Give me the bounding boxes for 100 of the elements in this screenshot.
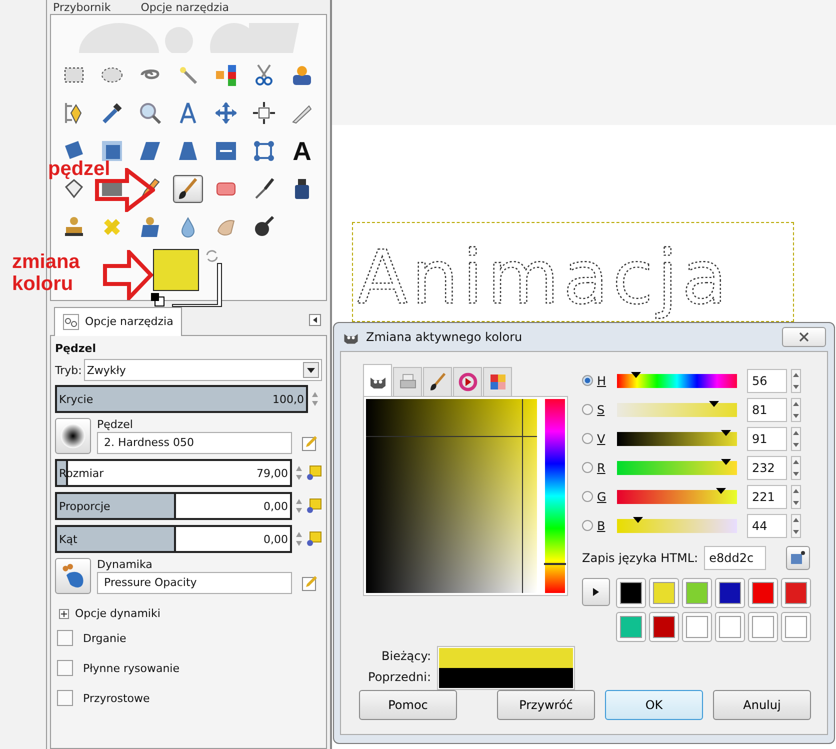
channel-slider[interactable] bbox=[617, 402, 737, 416]
play-arrow-icon bbox=[592, 587, 600, 597]
reset-icon[interactable] bbox=[306, 498, 322, 514]
checkbox[interactable] bbox=[57, 630, 73, 646]
dialog-button[interactable]: Przywróć bbox=[497, 690, 595, 720]
saturation-value-square[interactable] bbox=[366, 399, 537, 593]
move-arrows-icon bbox=[214, 101, 238, 125]
eyedropper-icon bbox=[100, 101, 124, 125]
value-field[interactable]: 81 bbox=[747, 398, 787, 422]
history-swatch[interactable] bbox=[616, 578, 646, 608]
radio-button[interactable] bbox=[582, 375, 593, 386]
slider-marker[interactable] bbox=[630, 372, 641, 378]
spin-buttons-icon[interactable] bbox=[791, 426, 801, 450]
history-swatch[interactable] bbox=[682, 612, 712, 642]
edit-icon[interactable] bbox=[302, 575, 318, 591]
history-swatch[interactable] bbox=[748, 578, 778, 608]
history-button[interactable] bbox=[582, 578, 610, 606]
history-swatch[interactable] bbox=[715, 578, 745, 608]
background-color-swatch[interactable] bbox=[172, 263, 222, 307]
value-field[interactable]: 221 bbox=[747, 484, 787, 508]
reset-icon[interactable] bbox=[306, 531, 322, 547]
dynamics-label: Dynamika bbox=[97, 558, 154, 571]
channel-label: G bbox=[597, 490, 608, 504]
dodge-icon bbox=[252, 215, 276, 239]
foreground-color-swatch[interactable] bbox=[153, 249, 199, 291]
history-swatch[interactable] bbox=[649, 612, 679, 642]
cage-icon bbox=[252, 139, 276, 163]
dialog-button[interactable]: Anuluj bbox=[713, 690, 811, 720]
value-field[interactable]: 232 bbox=[747, 456, 787, 480]
tool-options-tab[interactable]: Opcje narzędzia bbox=[54, 306, 182, 336]
checkbox[interactable] bbox=[57, 690, 73, 706]
slider[interactable]: Proporcje 0,00 bbox=[55, 492, 292, 520]
value-field[interactable]: 44 bbox=[747, 514, 787, 538]
slider-marker[interactable] bbox=[716, 488, 726, 494]
checkbox[interactable] bbox=[57, 660, 73, 676]
channel-slider[interactable] bbox=[617, 432, 737, 446]
value-field[interactable]: 91 bbox=[747, 426, 787, 450]
radio-button[interactable] bbox=[582, 491, 593, 502]
history-swatch[interactable] bbox=[781, 612, 811, 642]
brush-field[interactable]: 2. Hardness 050 bbox=[97, 432, 292, 454]
slider-marker[interactable] bbox=[721, 458, 732, 464]
expander[interactable]: Opcje dynamiki bbox=[59, 607, 322, 620]
tool-button[interactable]: A bbox=[287, 137, 317, 165]
history-swatch[interactable] bbox=[748, 612, 778, 642]
channel-label: B bbox=[597, 518, 606, 532]
radio-button[interactable] bbox=[582, 404, 593, 415]
slider-marker[interactable] bbox=[632, 516, 643, 522]
annotation-label: pędzel bbox=[48, 160, 110, 178]
color-picker-button[interactable] bbox=[786, 546, 810, 570]
dialog-button[interactable]: OK bbox=[605, 690, 703, 720]
selector-tab[interactable] bbox=[363, 364, 392, 396]
soft-dot-icon bbox=[59, 422, 87, 450]
dialog-title: Zmiana aktywnego koloru bbox=[366, 330, 522, 344]
checkbox-label: Drganie bbox=[83, 632, 126, 644]
radio-button[interactable] bbox=[582, 433, 593, 444]
slider-marker[interactable] bbox=[709, 400, 720, 406]
mode-dropdown[interactable]: Zwykły bbox=[84, 359, 322, 381]
channel-slider[interactable] bbox=[617, 518, 737, 532]
channel-slider[interactable] bbox=[617, 490, 737, 504]
history-swatch[interactable] bbox=[682, 578, 712, 608]
edit-icon[interactable] bbox=[302, 435, 318, 451]
spin-buttons-icon[interactable] bbox=[791, 514, 801, 538]
dynamics-field[interactable]: Pressure Opacity bbox=[97, 572, 292, 594]
history-swatch[interactable] bbox=[781, 578, 811, 608]
swap-arrows-icon[interactable] bbox=[205, 249, 219, 263]
dotted-outline-text: Animacja bbox=[357, 235, 732, 321]
default-colors-icon[interactable] bbox=[151, 293, 165, 307]
color-squares-icon bbox=[214, 63, 238, 87]
spin-buttons-icon[interactable] bbox=[791, 456, 801, 480]
dynamics-button[interactable] bbox=[55, 558, 91, 594]
dialog-button[interactable]: Pomoc bbox=[359, 690, 457, 720]
brush-label: Pędzel bbox=[97, 418, 134, 431]
close-button[interactable] bbox=[782, 327, 826, 347]
spin-buttons-icon[interactable] bbox=[791, 484, 801, 508]
reset-icon[interactable] bbox=[306, 465, 322, 481]
collapse-icon[interactable] bbox=[309, 314, 321, 326]
value-field[interactable]: 56 bbox=[747, 368, 787, 392]
selector-tab[interactable] bbox=[423, 367, 452, 396]
hue-strip[interactable] bbox=[545, 399, 565, 593]
history-swatch[interactable] bbox=[649, 578, 679, 608]
slider-marker[interactable] bbox=[721, 430, 732, 436]
channel-slider[interactable] bbox=[617, 374, 737, 388]
history-swatch[interactable] bbox=[715, 612, 745, 642]
channel-slider[interactable] bbox=[617, 460, 737, 474]
spin-buttons-icon[interactable] bbox=[791, 398, 801, 422]
spin-buttons-icon[interactable] bbox=[791, 368, 801, 392]
slider[interactable]: Krycie 100,0 bbox=[55, 385, 308, 413]
slider[interactable]: Kąt 0,00 bbox=[55, 525, 292, 553]
dock-tab[interactable]: Opcje narzędzia bbox=[140, 2, 230, 14]
stamp-perspective-icon bbox=[138, 215, 162, 239]
radio-button[interactable] bbox=[582, 520, 593, 531]
html-field[interactable]: e8dd2c bbox=[704, 546, 766, 570]
flip-icon bbox=[214, 139, 238, 163]
brush-preview[interactable] bbox=[55, 418, 91, 454]
paintbrush-icon bbox=[176, 177, 200, 201]
history-swatch[interactable] bbox=[616, 612, 646, 642]
radio-button[interactable] bbox=[582, 462, 593, 473]
selected-tool-button[interactable] bbox=[173, 175, 203, 203]
current-label: Bieżący: bbox=[382, 648, 431, 665]
dock-tab[interactable]: Przybornik bbox=[53, 2, 111, 14]
